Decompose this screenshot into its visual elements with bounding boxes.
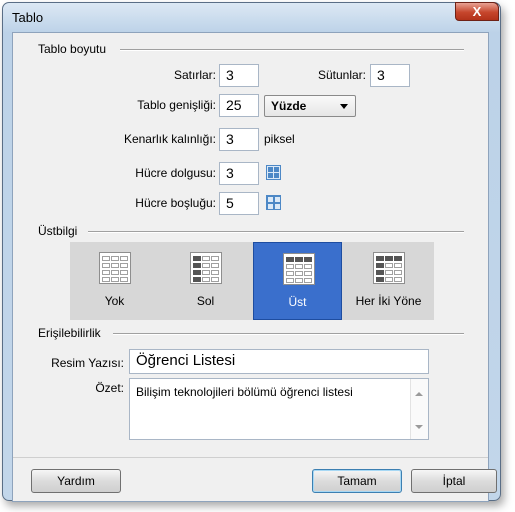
ok-button[interactable]: Tamam [312,469,402,493]
table-width-label: Tablo genişliği: [137,98,216,112]
border-label: Kenarlık kalınlığı: [123,132,216,146]
header-option-left[interactable]: Sol [161,242,250,320]
width-unit-select[interactable]: Yüzde [264,95,356,117]
help-button[interactable]: Yardım [31,469,121,493]
rows-label: Satırlar: [173,68,216,82]
cancel-button[interactable]: İptal [411,469,497,493]
section-accessibility: Erişilebilirlik [38,326,101,340]
section-table-size: Tablo boyutu [38,42,107,56]
caption-input[interactable]: Öğrenci Listesi [129,349,429,374]
section-divider [88,231,464,233]
header-option-label: Her İki Yöne [355,294,422,308]
header-option-top[interactable]: Üst [253,242,342,320]
window-title: Tablo [12,10,44,25]
cols-label: Sütunlar: [317,68,366,82]
scroll-down-icon[interactable] [415,425,423,429]
table-both-header-icon [373,252,405,284]
table-width-input[interactable]: 25 [219,94,259,117]
table-left-header-icon [190,252,222,284]
summary-textarea[interactable]: Bilişim teknolojileri bölümü öğrenci lis… [129,378,429,440]
summary-text: Bilişim teknolojileri bölümü öğrenci lis… [136,385,353,399]
summary-label: Özet: [95,381,124,395]
cell-spacing-label: Hücre boşluğu: [135,196,216,210]
header-options: Yok Sol Üst Her İki Yöne [70,242,434,320]
header-option-label: Üst [288,295,307,309]
cell-spacing-icon [266,195,281,210]
scroll-up-icon[interactable] [415,392,423,396]
footer-divider [13,457,488,458]
section-header: Üstbilgi [38,224,78,238]
section-divider [120,49,464,51]
section-divider [113,333,464,335]
width-unit-value: Yüzde [271,99,307,113]
close-button[interactable]: X [455,2,499,21]
table-top-header-icon [283,253,315,285]
header-option-both[interactable]: Her İki Yöne [344,242,433,320]
border-unit-label: piksel [264,132,295,146]
cell-padding-input[interactable]: 3 [219,162,259,185]
summary-scrollbar[interactable] [410,379,428,439]
table-none-icon [99,252,131,284]
cell-padding-icon [266,165,281,180]
chevron-down-icon [340,104,348,109]
rows-input[interactable]: 3 [219,64,259,87]
cell-padding-label: Hücre dolgusu: [135,166,216,180]
cols-input[interactable]: 3 [370,64,410,87]
caption-label: Resim Yazısı: [51,356,124,370]
header-option-none[interactable]: Yok [70,242,159,320]
border-input[interactable]: 3 [219,128,259,151]
cell-spacing-input[interactable]: 5 [219,192,259,215]
header-option-label: Sol [196,294,215,308]
header-option-label: Yok [104,294,125,308]
